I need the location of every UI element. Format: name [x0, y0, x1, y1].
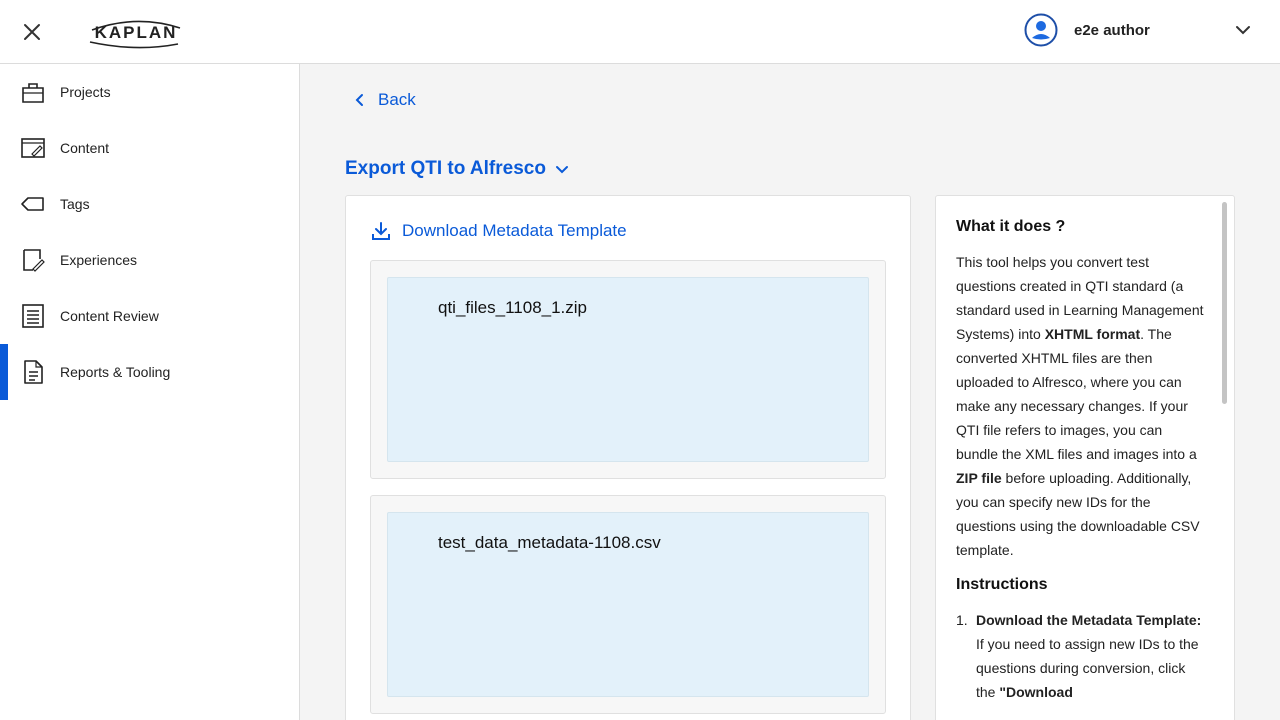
reports-icon — [24, 360, 43, 384]
sidebar-item-content-review[interactable]: Content Review — [0, 288, 299, 344]
download-label: Download Metadata Template — [402, 221, 627, 240]
sidebar-item-projects[interactable]: Projects — [0, 64, 299, 120]
zip-upload-box: qti_files_1108_1.zip — [370, 260, 886, 479]
back-label: Back — [378, 90, 416, 109]
info-panel[interactable]: What it does ? This tool helps you conve… — [935, 195, 1235, 720]
sidebar-item-label: Experiences — [60, 252, 138, 268]
top-header: KAPLAN e2e author — [0, 0, 1280, 64]
user-menu[interactable]: e2e author — [1024, 12, 1252, 48]
close-icon[interactable] — [20, 20, 44, 44]
file-name: test_data_metadata-1108.csv — [438, 533, 661, 552]
main-content: Back Export QTI to Alfresco Download Met… — [300, 64, 1280, 720]
chevron-left-icon — [355, 94, 363, 106]
scrollbar-thumb[interactable] — [1222, 202, 1227, 404]
content-icon — [21, 138, 45, 158]
sidebar-item-label: Projects — [60, 84, 111, 100]
download-icon — [372, 222, 390, 240]
sidebar-item-label: Content Review — [60, 308, 159, 324]
sidebar-nav: Projects Content Tags Experiences Conten… — [0, 64, 300, 720]
file-name: qti_files_1108_1.zip — [438, 298, 588, 317]
chevron-down-icon — [555, 166, 568, 174]
sidebar-item-reports-tooling[interactable]: Reports & Tooling — [0, 344, 299, 400]
zip-dropzone[interactable]: qti_files_1108_1.zip — [387, 277, 869, 462]
info-description: This tool helps you convert test questio… — [956, 254, 1204, 558]
kaplan-logo[interactable]: KAPLAN — [86, 12, 186, 50]
sidebar-item-tags[interactable]: Tags — [0, 176, 299, 232]
chevron-down-icon[interactable] — [1234, 21, 1252, 39]
sidebar-item-label: Content — [60, 140, 110, 156]
sidebar-item-experiences[interactable]: Experiences — [0, 232, 299, 288]
list-item: 1. Download the Metadata Template: If yo… — [956, 608, 1208, 704]
sidebar-item-label: Tags — [60, 196, 90, 212]
content-review-icon — [22, 304, 44, 328]
tool-selector[interactable]: Export QTI to Alfresco — [345, 158, 570, 180]
csv-dropzone[interactable]: test_data_metadata-1108.csv — [387, 512, 869, 697]
info-heading: What it does ? — [956, 218, 1066, 235]
back-link[interactable]: Back — [352, 90, 416, 110]
step-number: 1. — [956, 612, 968, 628]
svg-text:KAPLAN: KAPLAN — [95, 23, 178, 42]
step-title: Download the Metadata Template: — [976, 612, 1202, 628]
instructions-list: 1. Download the Metadata Template: If yo… — [956, 608, 1208, 704]
sidebar-item-label: Reports & Tooling — [60, 364, 171, 380]
instructions-heading: Instructions — [956, 576, 1048, 593]
upload-panel: Download Metadata Template qti_files_110… — [345, 195, 911, 720]
user-name: e2e author — [1074, 21, 1150, 39]
csv-upload-box: test_data_metadata-1108.csv — [370, 495, 886, 714]
experiences-icon — [23, 249, 45, 272]
page-title: Export QTI to Alfresco — [345, 158, 546, 179]
projects-icon — [22, 83, 44, 103]
avatar-icon — [1024, 13, 1058, 47]
tag-icon — [21, 197, 44, 211]
download-metadata-template-link[interactable]: Download Metadata Template — [370, 220, 627, 242]
sidebar-item-content[interactable]: Content — [0, 120, 299, 176]
